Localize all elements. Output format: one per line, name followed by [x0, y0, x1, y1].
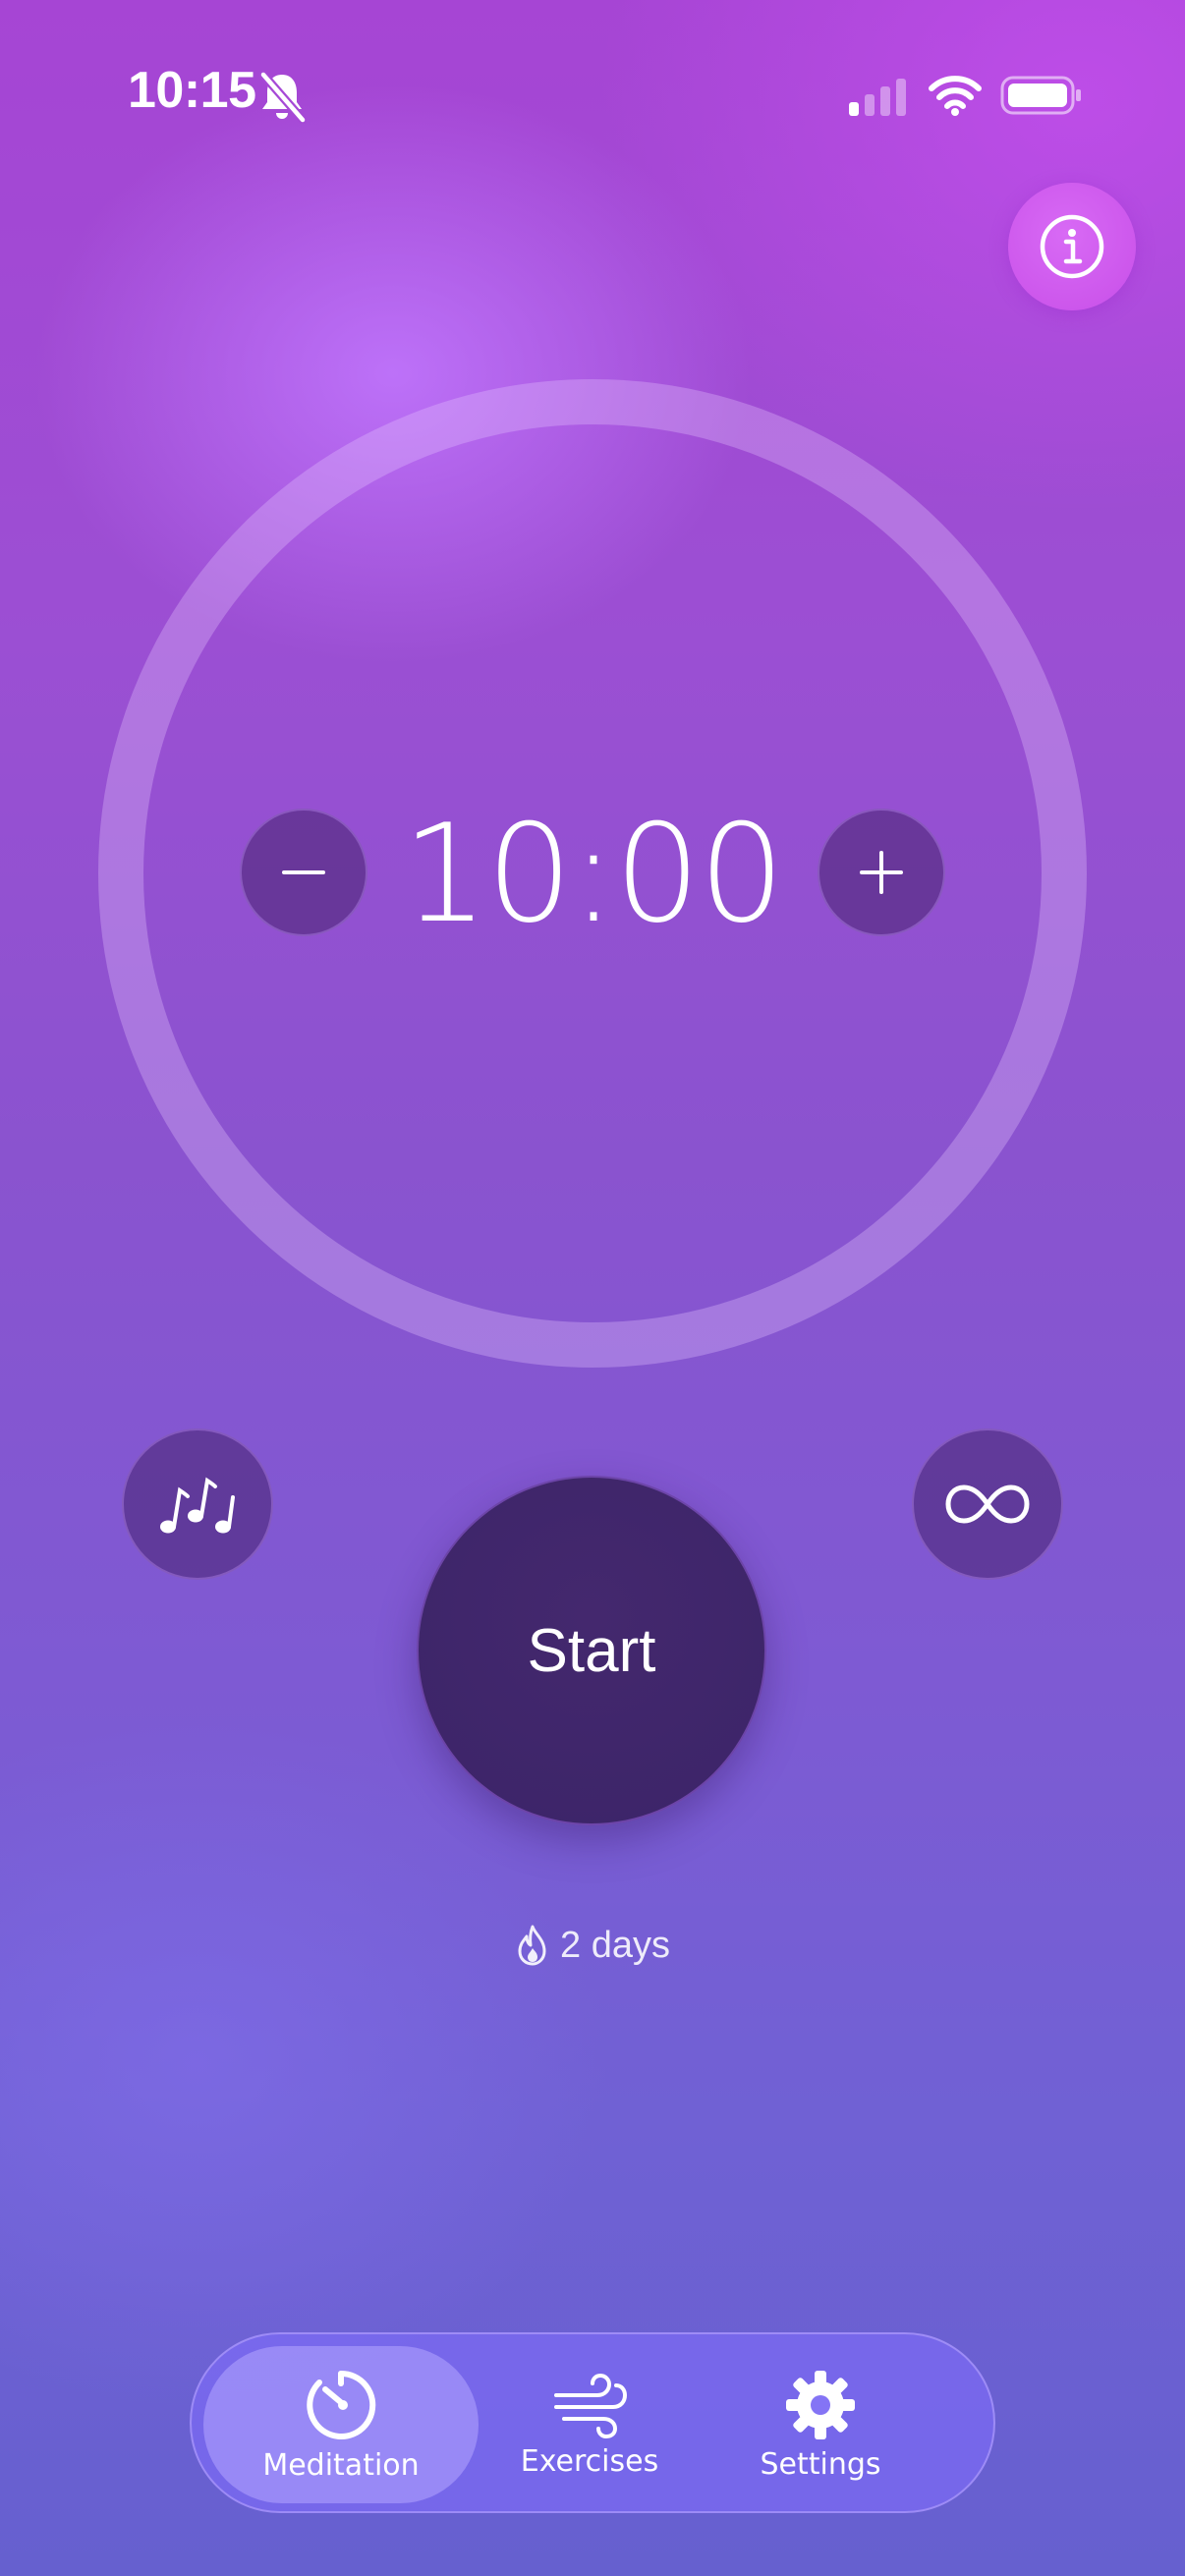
streak-label: 2 days	[560, 1924, 670, 1966]
tab-settings[interactable]: Settings	[737, 2346, 904, 2503]
increase-time-button[interactable]	[818, 809, 945, 936]
info-button[interactable]	[1008, 183, 1136, 310]
wind-icon	[554, 2373, 628, 2438]
cellular-signal-icon	[849, 79, 906, 116]
timer-icon	[307, 2370, 376, 2439]
tab-meditation[interactable]: Meditation	[203, 2346, 479, 2503]
plus-icon	[860, 851, 903, 894]
music-button[interactable]	[122, 1428, 273, 1580]
infinity-icon	[945, 1484, 1030, 1524]
bell-slash-icon	[258, 70, 307, 124]
status-time: 10:15	[128, 62, 256, 119]
battery-icon	[1000, 76, 1081, 115]
loop-button[interactable]	[912, 1428, 1063, 1580]
decrease-time-button[interactable]	[240, 809, 367, 936]
timer-display: 10:00	[402, 795, 785, 953]
tab-bar: Meditation Exercises Settings	[190, 2332, 995, 2513]
start-button-label: Start	[527, 1616, 656, 1685]
streak-indicator: 2 days	[494, 1918, 691, 1973]
minus-icon	[282, 870, 325, 874]
tab-settings-label: Settings	[760, 2446, 881, 2482]
tab-exercises[interactable]: Exercises	[506, 2346, 673, 2503]
music-notes-icon	[160, 1477, 235, 1534]
gear-icon	[786, 2370, 855, 2439]
tab-exercises-label: Exercises	[520, 2443, 659, 2479]
wifi-icon	[929, 76, 982, 116]
flame-icon	[518, 1925, 546, 1966]
meditation-screen: 10:15 10:00 Start 2 days Meditation Exer…	[0, 0, 1185, 2576]
info-icon	[1040, 214, 1104, 279]
tab-meditation-label: Meditation	[262, 2447, 420, 2483]
start-button[interactable]: Start	[417, 1476, 766, 1825]
